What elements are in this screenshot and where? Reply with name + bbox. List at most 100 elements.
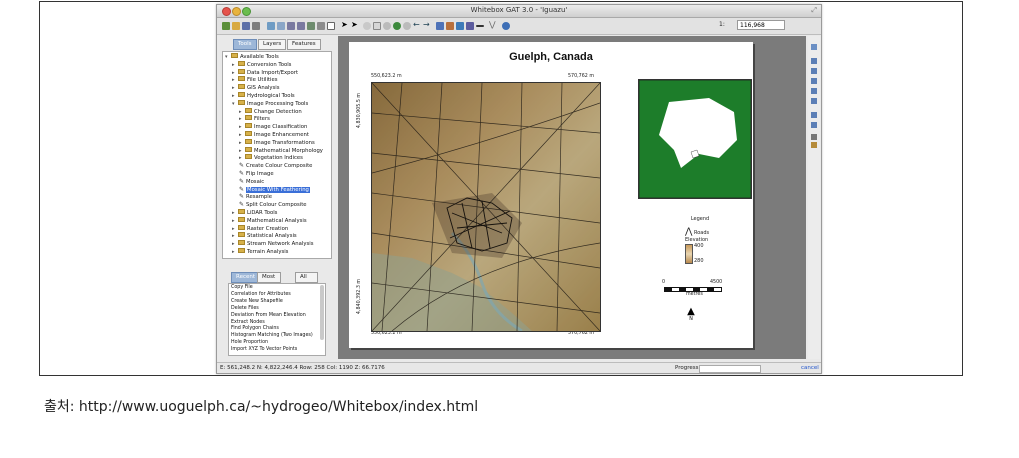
pan-hand-icon[interactable] — [363, 22, 371, 30]
recent-tool-item[interactable]: Extract Nodes — [231, 320, 265, 326]
tab-features[interactable]: Features — [287, 39, 321, 50]
measure-icon[interactable] — [436, 22, 444, 30]
folder-icon — [245, 138, 252, 144]
panel-icon[interactable] — [811, 122, 817, 128]
zoom-full-extent-icon[interactable] — [393, 22, 401, 30]
folder-icon — [238, 240, 245, 246]
panel-icon[interactable] — [811, 112, 817, 118]
recent-tool-item[interactable]: Find Polygon Chains — [231, 326, 279, 332]
table-icon[interactable] — [811, 134, 817, 140]
tree-item-label: Create Colour Composite — [246, 163, 313, 170]
tree-folder-item[interactable]: ▸ File Utilities — [232, 76, 277, 84]
help-icon[interactable] — [502, 22, 510, 30]
recent-tool-item[interactable]: Import XYZ To Vector Points — [231, 347, 297, 353]
cancel-link[interactable]: cancel — [801, 363, 819, 373]
tree-folder-item[interactable]: ▸ Image Classification — [239, 123, 307, 131]
tree-folder-item[interactable]: ▸ Conversion Tools — [232, 60, 292, 69]
panel-icon[interactable] — [811, 68, 817, 74]
tab-recent[interactable]: Recent — [231, 272, 261, 283]
tree-item-label: Split Colour Composite — [246, 202, 307, 209]
tree-tool-item[interactable]: ✎ Mosaic — [239, 178, 264, 186]
map-canvas[interactable]: Guelph, Canada 550,623.2 m 570,762 m 550… — [338, 36, 806, 359]
profile-icon[interactable]: ⋁ — [489, 20, 497, 29]
tree-folder-item[interactable]: ▸ Raster Creation — [232, 224, 288, 233]
tree-tool-item[interactable]: ✎ Mosaic With Feathering — [239, 186, 310, 194]
tool-icon[interactable] — [811, 142, 817, 148]
tree-item-label: Conversion Tools — [247, 61, 292, 68]
tree-folder-item[interactable]: ▸ GIS Analysis — [232, 84, 280, 92]
tree-item-label: Filters — [254, 116, 270, 123]
zoom-out-icon[interactable] — [403, 22, 411, 30]
wrench-icon: ✎ — [239, 193, 245, 201]
panel-icon[interactable] — [811, 58, 817, 64]
add-point-icon[interactable] — [466, 22, 474, 30]
recent-tool-item[interactable]: Deviation From Mean Elevation — [231, 313, 306, 319]
layer-properties-icon[interactable] — [307, 22, 315, 30]
folder-icon — [231, 53, 238, 58]
tree-tool-item[interactable]: ✎ Split Colour Composite — [239, 201, 307, 209]
tree-folder-item[interactable]: ▸ Hydrological Tools — [232, 92, 295, 100]
layer-up-icon[interactable] — [287, 22, 295, 30]
select-pointer-icon[interactable]: ➤ — [341, 20, 349, 29]
tree-folder-item[interactable]: ▸ Mathematical Analysis — [232, 216, 307, 225]
layer-down-icon[interactable] — [297, 22, 305, 30]
scrollbar[interactable] — [320, 285, 324, 340]
layer-icon[interactable] — [811, 44, 817, 50]
edit-vector-icon[interactable] — [446, 22, 454, 30]
tree-item-label: Change Detection — [254, 108, 302, 115]
tree-folder-item[interactable]: ▸ Data Import/Export — [232, 68, 299, 77]
next-extent-icon[interactable]: → — [423, 20, 431, 29]
zoom-box-icon[interactable] — [373, 22, 381, 30]
tree-folder-item[interactable]: ▸ LiDAR Tools — [232, 209, 277, 217]
tree-tool-item[interactable]: ✎ Flip Image — [239, 170, 274, 178]
north-arrow: ▲ N — [685, 307, 697, 327]
panel-icon[interactable] — [811, 98, 817, 104]
tree-tool-item[interactable]: ✎ Resample — [239, 193, 272, 201]
tree-folder-item[interactable]: ▾ Image Processing Tools — [232, 99, 308, 108]
folder-icon — [238, 232, 245, 238]
panel-icon[interactable] — [811, 78, 817, 84]
scale-input[interactable]: 116,968 — [737, 20, 785, 30]
recent-tool-item[interactable]: Create New Shapefile — [231, 299, 283, 305]
recent-tool-item[interactable]: Histogram Matching (Two Images) — [231, 333, 313, 339]
tree-folder-item[interactable]: ▸ Statistical Analysis — [232, 232, 297, 240]
tab-most-used[interactable]: Most Used — [257, 272, 281, 289]
recent-tools-list: Copy File Correlation for Attributes Creat… — [228, 283, 326, 356]
tab-all-tools[interactable]: All tools — [295, 272, 319, 289]
tab-layers[interactable]: Layers — [258, 39, 287, 50]
recent-tool-item[interactable]: Copy File — [231, 285, 253, 291]
open-folder-icon[interactable] — [232, 22, 240, 30]
tree-tool-item[interactable]: ✎ Create Colour Composite — [239, 162, 312, 170]
add-layer-icon[interactable] — [267, 22, 275, 30]
tree-folder-item[interactable]: ▸ Vegetation Indices — [239, 154, 303, 162]
screenshot-frame: Whitebox GAT 3.0 - 'Iguazu' ⤢ ➤ ➤ ← → ⋁ … — [39, 1, 963, 376]
select-feature-icon[interactable]: ➤ — [351, 20, 359, 29]
tree-folder-item[interactable]: ▸ Stream Network Analysis — [232, 240, 313, 248]
tree-folder-item[interactable]: ▾ Available Tools — [225, 53, 279, 61]
save-icon[interactable] — [242, 22, 250, 30]
remove-layer-icon[interactable] — [277, 22, 285, 30]
folder-icon — [245, 146, 252, 152]
recent-tool-item[interactable]: Hole Proportion — [231, 340, 268, 346]
recent-tool-item[interactable]: Delete Files — [231, 306, 259, 312]
new-map-icon[interactable] — [327, 22, 335, 30]
fullscreen-icon[interactable]: ⤢ — [811, 6, 817, 15]
tree-folder-item[interactable]: ▸ Mathematical Morphology — [239, 146, 323, 155]
tab-tools[interactable]: Tools — [233, 39, 257, 50]
tree-folder-item[interactable]: ▸ Image Transformations — [239, 138, 315, 147]
tree-folder-item[interactable]: ▸ Change Detection — [239, 107, 302, 116]
new-project-icon[interactable] — [222, 22, 230, 30]
zoom-in-icon[interactable] — [383, 22, 391, 30]
tree-folder-item[interactable]: ▸ Filters — [239, 115, 270, 123]
digitize-icon[interactable] — [456, 22, 464, 30]
tree-folder-item[interactable]: ▸ Image Enhancement — [239, 131, 309, 139]
tree-folder-item[interactable]: ▸ Terrain Analysis — [232, 248, 288, 256]
previous-extent-icon[interactable]: ← — [413, 20, 421, 29]
line-tool-icon[interactable] — [476, 25, 484, 27]
panel-icon[interactable] — [811, 88, 817, 94]
attribute-table-icon[interactable] — [317, 22, 325, 30]
recent-tool-item[interactable]: Correlation for Attributes — [231, 292, 291, 298]
tree-item-label: Data Import/Export — [247, 69, 299, 76]
scalebar-unit: metres — [686, 292, 703, 297]
print-icon[interactable] — [252, 22, 260, 30]
